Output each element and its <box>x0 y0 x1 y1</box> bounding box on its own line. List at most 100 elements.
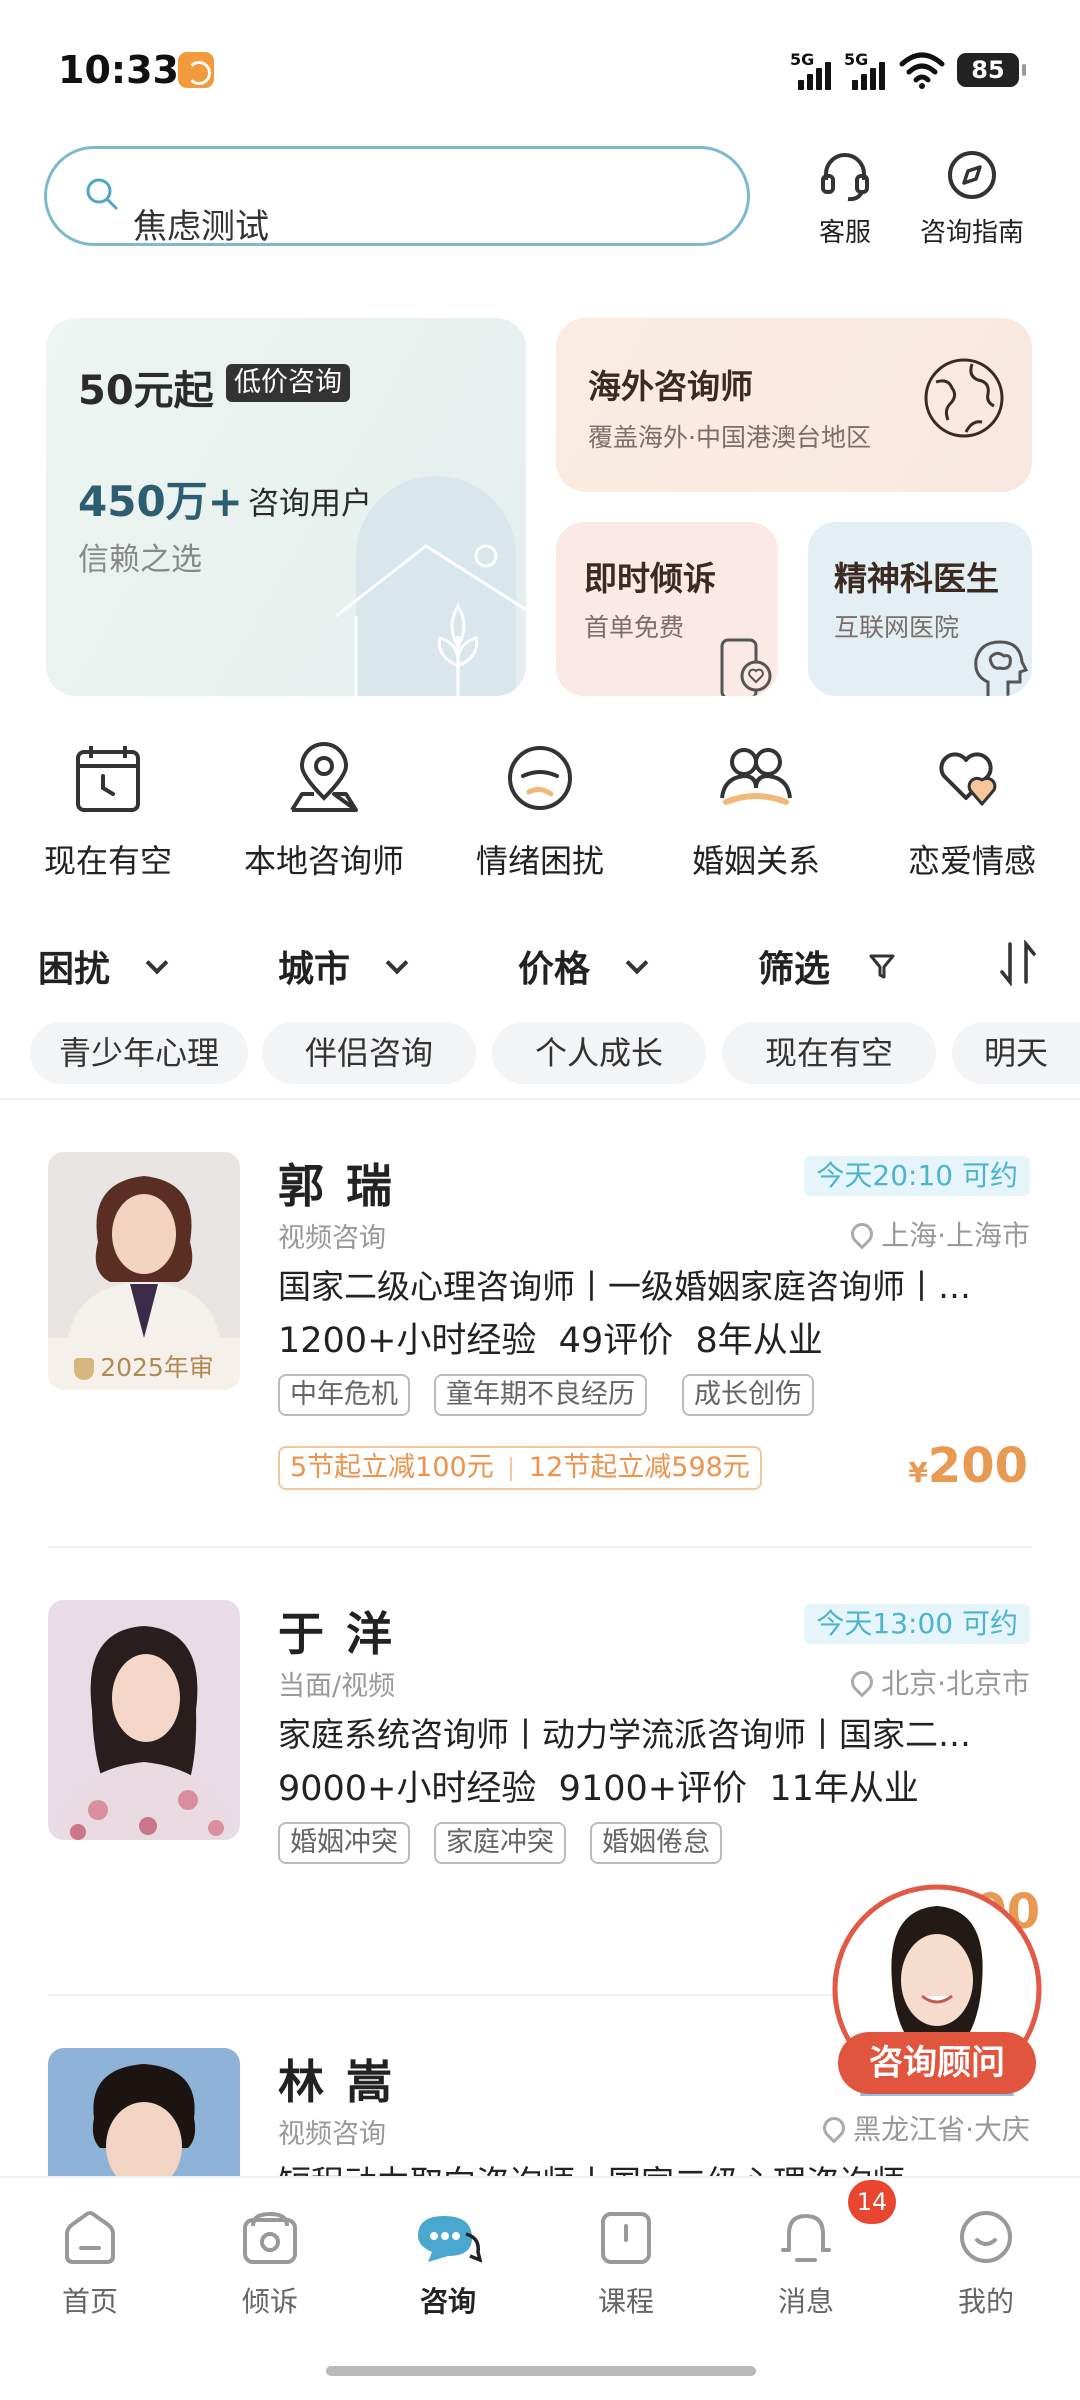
consult-guide-button[interactable]: 咨询指南 <box>912 148 1032 249</box>
discount-promo: 5节起立减100元 12节起立减598元 <box>278 1446 762 1490</box>
instant-talk-card[interactable]: 即时倾诉 首单免费 <box>556 522 778 696</box>
search-text: 焦虑测试 <box>133 207 269 247</box>
nav-label: 首页 <box>61 2285 118 2318</box>
qualifications: 家庭系统咨询师丨动力学流派咨询师丨国家二… <box>278 1715 971 1754</box>
nav-courses[interactable]: 课程 <box>566 2208 686 2320</box>
nav-label: 消息 <box>777 2285 834 2318</box>
topic-tag: 婚姻冲突 <box>278 1822 410 1864</box>
location: 北京·北京市 <box>846 1662 1030 1702</box>
overseas-counselor-card[interactable]: 海外咨询师 覆盖海外·中国港澳台地区 <box>556 318 1032 492</box>
location-icon <box>846 1666 878 1698</box>
chip-personal-growth[interactable]: 个人成长 <box>492 1022 706 1084</box>
category-romance[interactable]: 恋爱情感 <box>872 742 1072 882</box>
nav-talk[interactable]: 倾诉 <box>210 2208 330 2320</box>
home-indicator[interactable] <box>326 2366 756 2376</box>
location-icon <box>818 2112 850 2144</box>
wifi-icon <box>899 52 945 89</box>
filter-trouble[interactable]: 困扰 <box>38 940 168 992</box>
compass-icon <box>948 151 996 199</box>
category-emotional-distress[interactable]: 情绪困扰 <box>440 742 640 882</box>
signal-icon-2: 5G <box>844 50 888 90</box>
nav-label: 倾诉 <box>241 2285 298 2318</box>
category-label: 情绪困扰 <box>475 842 604 880</box>
nav-home[interactable]: 首页 <box>30 2208 150 2320</box>
experience-stats: 9000+小时经验 9100+评价 11年从业 <box>278 1769 919 1809</box>
topic-tag: 婚姻倦怠 <box>590 1822 722 1864</box>
category-label: 本地咨询师 <box>243 842 404 880</box>
consult-mode: 视频咨询 <box>278 1223 386 1254</box>
couple-icon <box>720 748 792 805</box>
filter-city[interactable]: 城市 <box>278 940 408 992</box>
advisor-label: 咨询顾问 <box>838 2032 1036 2094</box>
category-available-now[interactable]: 现在有空 <box>8 742 208 882</box>
headset-icon <box>821 153 869 202</box>
consult-mode: 视频咨询 <box>278 2119 386 2150</box>
chip-tomorrow[interactable]: 明天 <box>952 1022 1080 1084</box>
chip-teen-psychology[interactable]: 青少年心理 <box>30 1022 248 1084</box>
chevron-down-icon <box>145 951 168 975</box>
category-label: 现在有空 <box>43 842 172 880</box>
nav-messages[interactable]: 消息 <box>746 2208 866 2320</box>
bell-icon <box>781 2213 831 2262</box>
availability-badge: 今天13:00 可约 <box>804 1604 1030 1644</box>
nav-me[interactable]: 我的 <box>926 2208 1046 2320</box>
chevron-down-icon <box>385 951 408 975</box>
battery-indicator: 85 <box>957 53 1026 87</box>
brain-head-icon <box>974 640 1029 696</box>
hearts-icon <box>939 752 997 806</box>
topic-tag: 中年危机 <box>278 1374 410 1416</box>
counselor-photo: 2025年审 <box>48 1152 240 1390</box>
chat-bubbles-icon <box>418 2216 483 2263</box>
topic-tag: 成长创伤 <box>682 1374 814 1416</box>
chevron-down-icon <box>625 951 648 975</box>
avatar <box>48 1152 240 1338</box>
annual-review-badge: 2025年审 <box>100 1353 214 1382</box>
counselor-card[interactable]: 2025年审 郭瑞 视频咨询 今天20:10 可约 上海·上海市 国家二级心理咨… <box>0 1100 1080 1546</box>
status-time: 10:33 <box>58 48 179 92</box>
psychiatrist-card[interactable]: 精神科医生 互联网医院 <box>808 522 1032 696</box>
psychiatrist-subtitle: 互联网医院 <box>834 613 960 642</box>
home-icon <box>65 2211 115 2264</box>
customer-service-button[interactable]: 客服 <box>800 148 890 249</box>
location-pin-icon <box>290 742 358 812</box>
avatar <box>48 2048 240 2176</box>
sort-icon[interactable] <box>998 940 1038 986</box>
sad-face-icon <box>508 746 572 810</box>
low-price-promo-card[interactable]: 50元起 低价咨询 450万+ 咨询用户 信赖之选 <box>46 318 526 696</box>
nav-consult[interactable]: 咨询 <box>388 2208 508 2320</box>
funnel-icon <box>869 954 895 979</box>
consult-advisor-button[interactable]: 咨询顾问 <box>830 1882 1044 2096</box>
filter-screen[interactable]: 筛选 <box>758 940 895 992</box>
location: 黑龙江省·大庆 <box>818 2108 1030 2148</box>
consult-guide-label: 咨询指南 <box>919 218 1024 248</box>
category-local-counselor[interactable]: 本地咨询师 <box>224 742 424 882</box>
chip-partner-consult[interactable]: 伴侣咨询 <box>262 1022 476 1084</box>
category-marriage[interactable]: 婚姻关系 <box>656 742 856 882</box>
session-price: ¥200 <box>908 1438 1028 1494</box>
category-label: 婚姻关系 <box>691 842 820 880</box>
signal-icon: 5G <box>790 50 834 90</box>
location: 上海·上海市 <box>846 1214 1030 1254</box>
filter-price[interactable]: 价格 <box>518 940 648 992</box>
users-label: 咨询用户 <box>248 486 372 522</box>
chip-available-now[interactable]: 现在有空 <box>722 1022 936 1084</box>
nav-label: 咨询 <box>419 2285 476 2318</box>
search-input[interactable]: 焦虑测试 <box>44 146 750 247</box>
counselor-photo <box>48 1600 240 1840</box>
topic-tag: 家庭冲突 <box>434 1822 566 1864</box>
instant-talk-title: 即时倾诉 <box>584 559 716 598</box>
phone-heart-icon <box>720 638 772 696</box>
book-icon <box>601 2212 651 2264</box>
counselor-name: 郭瑞 <box>278 1159 414 1213</box>
experience-stats: 1200+小时经验 49评价 8年从业 <box>278 1321 823 1361</box>
trust-slogan: 信赖之选 <box>78 542 202 578</box>
qualifications: 国家二级心理咨询师丨一级婚姻家庭咨询师丨… <box>278 1267 971 1306</box>
instant-talk-subtitle: 首单免费 <box>584 613 685 642</box>
verified-icon <box>74 1358 95 1380</box>
search-icon <box>86 178 118 210</box>
consult-mode: 当面/视频 <box>278 1671 396 1702</box>
avatar <box>48 1600 240 1840</box>
counselor-name: 林嵩 <box>278 2055 414 2109</box>
counselor-photo <box>48 2048 240 2176</box>
nav-label: 我的 <box>957 2285 1014 2318</box>
